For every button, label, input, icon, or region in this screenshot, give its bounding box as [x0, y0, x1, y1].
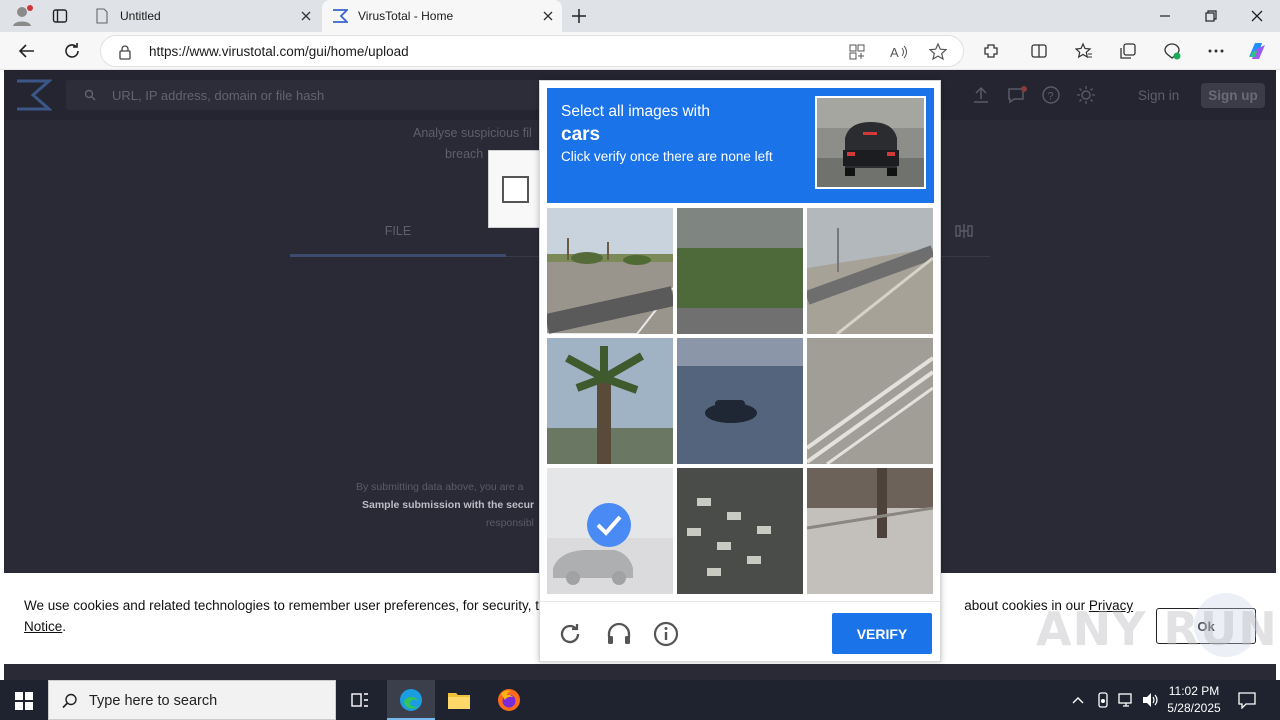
close-tab-icon[interactable]: [540, 8, 556, 24]
reload-icon[interactable]: [558, 622, 582, 646]
tab-title: Untitled: [120, 9, 161, 23]
system-clock[interactable]: 11:02 PM 5/28/2025: [1164, 683, 1224, 717]
network-icon[interactable]: [1118, 692, 1136, 708]
collections-icon[interactable]: [1119, 42, 1137, 60]
captcha-tile-6[interactable]: [807, 338, 933, 464]
captcha-tile-9[interactable]: [807, 468, 933, 594]
theme-toggle-icon[interactable]: [1077, 86, 1095, 104]
tab-actions-icon[interactable]: [52, 8, 68, 24]
close-window-icon[interactable]: [1249, 8, 1265, 24]
tab-file-underline: [290, 254, 506, 257]
taskbar-search-box[interactable]: Type here to search: [48, 680, 336, 720]
terms-text-1: By submitting data above, you are a: [356, 481, 524, 493]
advanced-search-icon[interactable]: [954, 223, 974, 239]
address-bar[interactable]: https://www.virustotal.com/gui/home/uplo…: [100, 35, 964, 67]
search-icon: [84, 89, 96, 101]
tab-file[interactable]: FILE: [290, 224, 506, 238]
profile-icon[interactable]: [10, 5, 34, 27]
copilot-icon[interactable]: [1245, 39, 1269, 63]
verify-button[interactable]: VERIFY: [832, 613, 932, 654]
virustotal-icon: [332, 8, 348, 24]
captcha-target-label: cars: [561, 124, 601, 145]
captcha-sample-image: [815, 96, 926, 189]
anyrun-watermark: ANY RUN: [1036, 602, 1278, 656]
svg-text:A: A: [890, 45, 899, 60]
search-placeholder: URL, IP address, domain or file hash: [112, 88, 325, 103]
favorites-icon[interactable]: [1075, 42, 1093, 60]
analyse-text: Analyse suspicious fil: [413, 126, 532, 140]
help-icon[interactable]: ?: [1042, 86, 1060, 104]
app-available-icon[interactable]: [849, 44, 865, 60]
edge-icon: [399, 688, 423, 712]
search-icon: [62, 693, 78, 709]
search-input[interactable]: URL, IP address, domain or file hash: [66, 80, 566, 110]
favorite-star-icon[interactable]: [929, 43, 947, 61]
file-explorer-icon[interactable]: [447, 689, 471, 711]
browser-essentials-icon[interactable]: [1163, 42, 1181, 60]
tab-virustotal[interactable]: VirusTotal - Home: [322, 0, 562, 32]
audio-challenge-icon[interactable]: [606, 621, 632, 647]
task-view-icon[interactable]: [351, 691, 369, 709]
volume-icon[interactable]: [1142, 692, 1160, 708]
minimize-icon[interactable]: [1157, 8, 1173, 24]
terms-text-2: Sample submission with the secur: [362, 499, 535, 511]
captcha-challenge: Select all images with cars Click verify…: [539, 80, 941, 662]
sign-in-link[interactable]: Sign in: [1138, 88, 1179, 103]
info-icon[interactable]: [653, 621, 679, 647]
windows-start-icon[interactable]: [15, 692, 33, 710]
cookie-text-start: We use cookies and related technologies …: [24, 598, 547, 613]
lock-icon[interactable]: [118, 44, 132, 60]
document-icon: [94, 8, 110, 24]
browser-toolbar: https://www.virustotal.com/gui/home/uplo…: [0, 32, 1280, 70]
captcha-tile-5[interactable]: [677, 338, 803, 464]
captcha-tile-4[interactable]: [547, 338, 673, 464]
recaptcha-checkbox[interactable]: [502, 176, 529, 203]
breach-text: breach: [445, 147, 484, 161]
virustotal-logo-icon[interactable]: [14, 78, 52, 112]
new-tab-icon[interactable]: [571, 8, 587, 24]
browser-tab-strip: Untitled VirusTotal - Home: [0, 0, 1280, 32]
terms-text-3: responsibl: [486, 517, 534, 529]
extensions-icon[interactable]: [982, 42, 1000, 60]
clock-date: 5/28/2025: [1167, 701, 1221, 715]
taskbar-edge-app[interactable]: [387, 680, 435, 720]
firefox-icon[interactable]: [497, 688, 521, 712]
tab-untitled[interactable]: Untitled: [84, 0, 320, 32]
captcha-instruction: Select all images with: [561, 103, 711, 120]
sign-up-button[interactable]: Sign up: [1201, 83, 1265, 108]
captcha-header: Select all images with cars Click verify…: [547, 88, 934, 203]
back-icon[interactable]: [18, 42, 36, 60]
more-options-icon[interactable]: [1207, 42, 1225, 60]
tab-title: VirusTotal - Home: [358, 9, 454, 23]
usb-device-icon[interactable]: [1096, 692, 1110, 708]
notifications-icon[interactable]: [1007, 86, 1027, 104]
captcha-tile-3[interactable]: [807, 208, 933, 334]
upload-icon[interactable]: [972, 86, 990, 104]
close-tab-icon[interactable]: [298, 8, 314, 24]
captcha-tile-2[interactable]: [677, 208, 803, 334]
clock-time: 11:02 PM: [1168, 684, 1220, 698]
taskbar-search-placeholder: Type here to search: [89, 693, 218, 709]
captcha-footer: VERIFY: [540, 601, 940, 661]
captcha-hint: Click verify once there are none left: [561, 149, 773, 164]
captcha-tile-1[interactable]: [547, 208, 673, 334]
split-screen-icon[interactable]: [1030, 42, 1048, 60]
refresh-icon[interactable]: [63, 42, 81, 60]
read-aloud-icon[interactable]: A: [890, 44, 908, 60]
restore-icon[interactable]: [1203, 8, 1219, 24]
url-text[interactable]: https://www.virustotal.com/gui/home/uplo…: [149, 44, 409, 59]
captcha-tile-7[interactable]: [547, 468, 673, 594]
windows-taskbar: Type here to search 11:02 PM 5/28/2025: [0, 680, 1280, 720]
notifications-center-icon[interactable]: [1238, 691, 1256, 709]
show-hidden-icons-chevron[interactable]: [1071, 694, 1085, 706]
svg-text:?: ?: [1048, 91, 1054, 103]
captcha-tile-8[interactable]: [677, 468, 803, 594]
